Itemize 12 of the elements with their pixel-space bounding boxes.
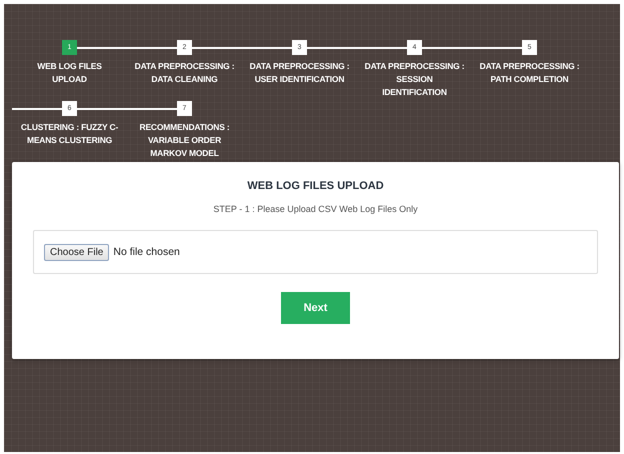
step-label: WEB LOG FILES UPLOAD <box>36 60 103 86</box>
card-title: WEB LOG FILES UPLOAD <box>247 180 384 192</box>
step-instruction: STEP - 1 : Please Upload CSV Web Log Files Only <box>213 204 418 214</box>
file-input-field[interactable]: Choose File No file chosen <box>33 230 598 274</box>
step-label: DATA PREPROCESSING : USER IDENTIFICATION <box>250 60 350 86</box>
file-status-text: No file chosen <box>113 246 180 258</box>
step-label: DATA PREPROCESSING : DATA CLEANING <box>134 60 234 86</box>
step-label: DATA PREPROCESSING : PATH COMPLETION <box>480 60 580 86</box>
step-label: CLUSTERING : FUZZY C-MEANS CLUSTERING <box>20 121 120 147</box>
step-label: RECOMMENDATIONS : VARIABLE ORDER MARKOV MODEL <box>138 121 230 160</box>
step-label: DATA PREPROCESSING : SESSION IDENTIFICATION <box>364 60 464 99</box>
choose-file-button[interactable]: Choose File <box>44 244 110 260</box>
